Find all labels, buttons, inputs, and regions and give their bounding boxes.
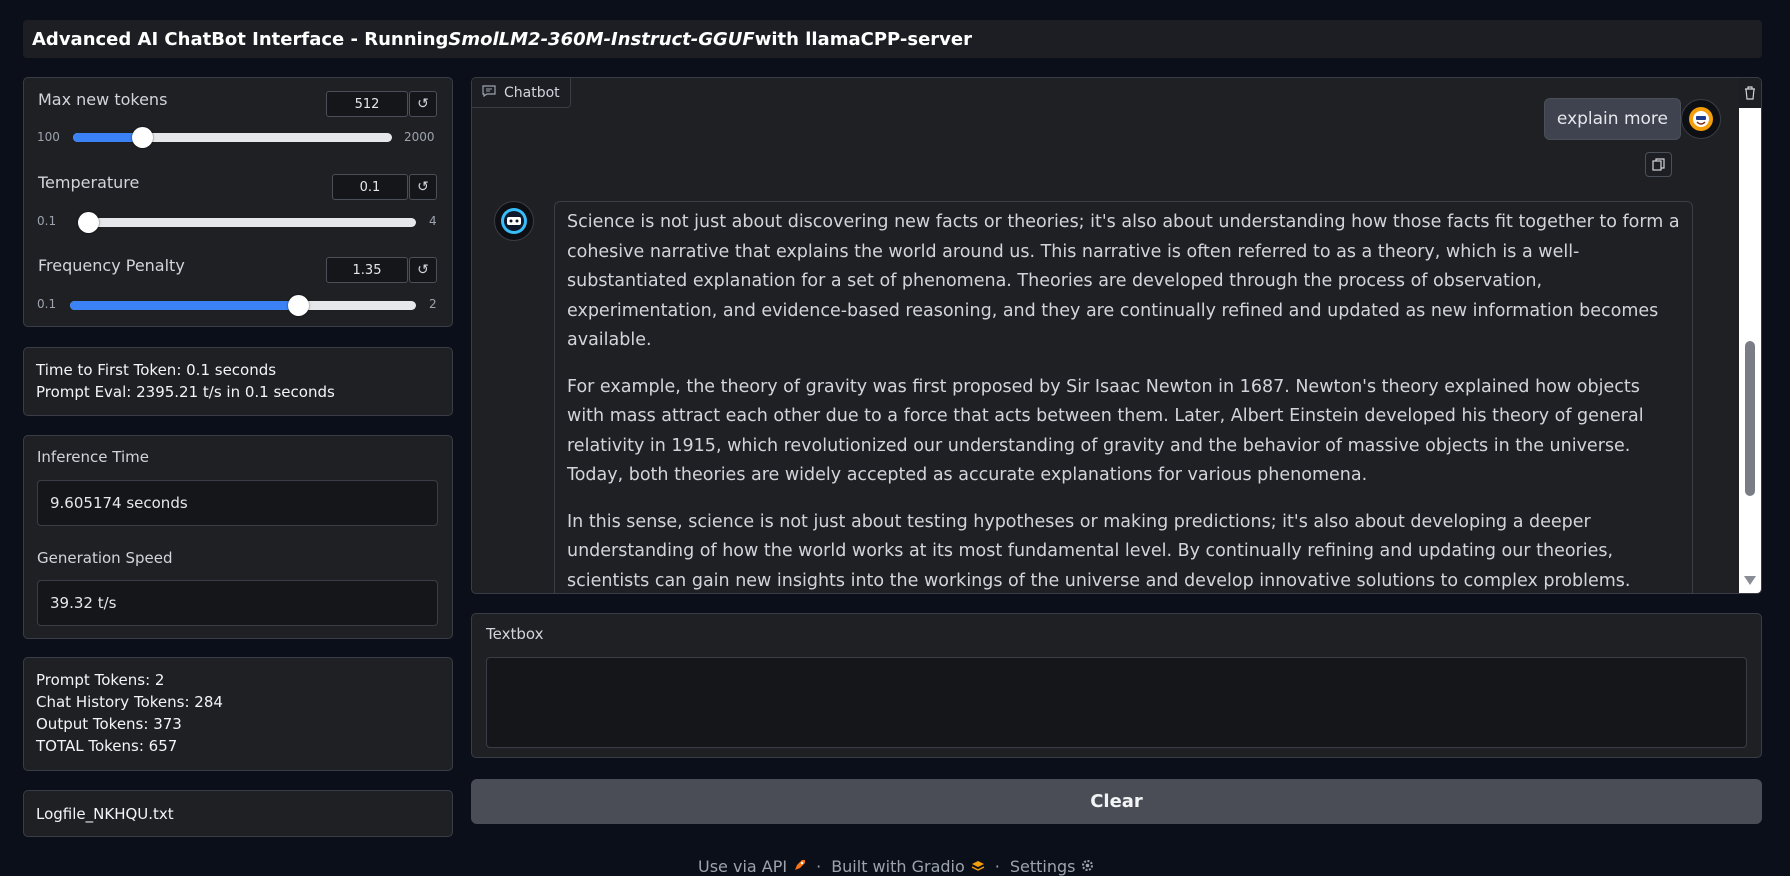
tokens-panel: Prompt Tokens: 2 Chat History Tokens: 28… — [23, 657, 453, 771]
max-tokens-slider-thumb[interactable] — [132, 127, 154, 148]
chat-bubble-icon — [482, 84, 496, 101]
built-with-gradio-link[interactable]: Built with Gradio — [831, 857, 965, 876]
frequency-penalty-slider-thumb[interactable] — [287, 295, 309, 316]
scroll-down-arrow-icon[interactable] — [1744, 576, 1756, 585]
frequency-penalty-min: 0.1 — [37, 297, 57, 311]
footer-separator: · — [816, 856, 822, 876]
settings-link[interactable]: Settings — [1010, 857, 1076, 876]
title-suffix: with llamaCPP-server — [754, 28, 972, 50]
chat-scrollbar-thumb[interactable] — [1745, 341, 1755, 496]
frequency-penalty-label: Frequency Penalty — [38, 256, 185, 275]
bot-avatar — [494, 201, 534, 241]
chat-scrollbar[interactable] — [1739, 108, 1761, 593]
trash-icon — [1745, 86, 1755, 100]
max-tokens-reset-button[interactable]: ↺ — [409, 91, 437, 117]
frequency-penalty-max: 2 — [429, 297, 437, 311]
gear-icon — [1081, 857, 1094, 876]
bot-paragraph: In this sense, science is not just about… — [567, 511, 1631, 591]
gradio-logo-icon — [971, 857, 985, 876]
frequency-penalty-input[interactable]: 1.35 — [326, 257, 408, 283]
temperature-reset-button[interactable]: ↺ — [409, 174, 437, 200]
max-tokens-input[interactable]: 512 — [326, 91, 408, 117]
generation-speed-field: 39.32 t/s — [37, 580, 438, 626]
user-message: explain more — [1543, 98, 1681, 140]
use-via-api-link[interactable]: Use via API — [698, 857, 787, 876]
output-tokens: Output Tokens: 373 — [36, 715, 182, 733]
chatbot-tab-label: Chatbot — [472, 78, 571, 108]
clear-chat-button[interactable] — [1739, 78, 1761, 108]
chat-history-tokens: Chat History Tokens: 284 — [36, 693, 223, 711]
footer-separator: · — [994, 856, 1000, 876]
max-tokens-min: 100 — [37, 130, 60, 144]
prompt-eval: Prompt Eval: 2395.21 t/s in 0.1 seconds — [36, 383, 335, 401]
time-to-first-token: Time to First Token: 0.1 seconds — [36, 361, 277, 379]
temperature-slider-thumb[interactable] — [78, 212, 99, 233]
user-avatar-icon — [1689, 107, 1713, 131]
temperature-min: 0.1 — [37, 214, 57, 228]
max-tokens-max: 2000 — [404, 130, 435, 144]
total-tokens: TOTAL Tokens: 657 — [36, 737, 178, 755]
temperature-label: Temperature — [38, 173, 140, 192]
chatbot-label: Chatbot — [504, 84, 560, 101]
temperature-slider[interactable] — [78, 212, 416, 233]
inference-time-label: Inference Time — [37, 448, 149, 466]
textbox-panel: Textbox — [471, 613, 1762, 758]
settings-panel: Max new tokens 512 ↺ 100 2000 Temperatur… — [23, 77, 453, 327]
inference-panel: Inference Time 9.605174 seconds Generati… — [23, 435, 453, 639]
bot-message: Science is not just about discovering ne… — [554, 201, 1693, 593]
title-prefix: Advanced AI ChatBot Interface - Running — [32, 28, 449, 50]
footer: Use via API · Built with Gradio · Settin… — [698, 856, 1094, 876]
app-title: Advanced AI ChatBot Interface - Running … — [23, 20, 1762, 58]
generation-speed-label: Generation Speed — [37, 549, 173, 567]
textbox-label: Textbox — [486, 625, 544, 643]
bot-paragraph: Science is not just about discovering ne… — [567, 212, 1680, 350]
timing-panel: Time to First Token: 0.1 seconds Prompt … — [23, 347, 453, 416]
user-avatar — [1681, 99, 1721, 139]
bot-paragraph: For example, the theory of gravity was f… — [567, 376, 1644, 486]
robot-icon — [501, 208, 527, 234]
temperature-input[interactable]: 0.1 — [332, 174, 408, 200]
prompt-tokens: Prompt Tokens: 2 — [36, 671, 165, 689]
max-tokens-label: Max new tokens — [38, 90, 168, 109]
copy-message-button[interactable] — [1645, 152, 1672, 177]
rocket-icon — [793, 857, 806, 876]
frequency-penalty-reset-button[interactable]: ↺ — [409, 257, 437, 283]
max-tokens-slider[interactable] — [73, 127, 392, 148]
frequency-penalty-slider-fill — [70, 301, 298, 310]
chatbot-panel: Chatbot explain more Science is not just… — [471, 77, 1762, 594]
frequency-penalty-slider[interactable] — [70, 295, 416, 316]
logfile-name: Logfile_NKHQU.txt — [36, 804, 174, 823]
model-name: SmolLM2-360M-Instruct-GGUF — [448, 28, 755, 50]
clear-button[interactable]: Clear — [471, 779, 1762, 824]
message-input[interactable] — [486, 657, 1747, 748]
logfile-panel: Logfile_NKHQU.txt — [23, 790, 453, 837]
copy-icon — [1652, 158, 1665, 171]
inference-time-field: 9.605174 seconds — [37, 480, 438, 526]
temperature-max: 4 — [429, 214, 437, 228]
